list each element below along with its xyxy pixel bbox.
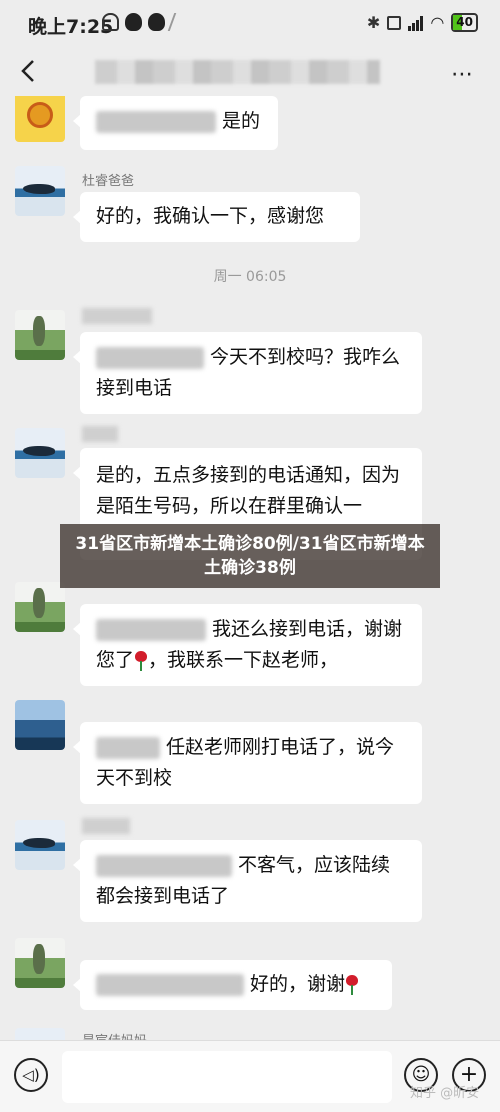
status-time: 晚上7:25 (28, 16, 114, 38)
sender-name (82, 818, 130, 834)
message-text: 是的 (222, 110, 261, 132)
voice-icon[interactable]: ◁) (14, 1058, 48, 1092)
message-bubble: 任赵老师刚打电话了，说今天不到校 (73, 722, 422, 804)
alarm-icon (102, 13, 119, 31)
message-bubble: 不客气，应该陆续都会接到电话了 (73, 840, 422, 922)
system-icons: ✱ ◠ 40 (367, 13, 478, 32)
avatar[interactable] (15, 166, 65, 216)
avatar[interactable] (15, 700, 65, 750)
qq-icon (125, 13, 142, 31)
sender-name: 杜睿爸爸 (82, 174, 135, 189)
message-bubble: 好的，谢谢 (73, 960, 392, 1010)
redacted-text (96, 736, 160, 759)
avatar[interactable] (15, 820, 65, 870)
battery-icon: 40 (451, 13, 478, 32)
message-bubble: 好的，我确认一下，感谢您 (73, 192, 360, 242)
wifi-icon: ◠ (430, 13, 445, 32)
message-text: 是的，五点多接到的电话通知，因为是陌生号码，所以在群里确认一 (96, 464, 401, 517)
avatar[interactable] (15, 938, 65, 988)
bluetooth-icon: ✱ (366, 13, 381, 32)
rose-icon (134, 650, 148, 671)
status-bar: 晚上7:25 ✱ ◠ 40 (0, 0, 500, 46)
avatar[interactable] (15, 310, 65, 360)
redacted-text (96, 110, 216, 133)
message-bubble: 今天不到校吗？我咋么接到电话 (73, 332, 422, 414)
sender-name (82, 308, 152, 324)
avatar[interactable] (15, 428, 65, 478)
message-bubble: 我还么接到电话，谢谢您了 ，我联系一下赵老师， (73, 604, 422, 686)
message-text: 好的，我确认一下，感谢您 (96, 205, 325, 227)
input-bar: ◁) ☺ + (0, 1040, 500, 1112)
news-banner: 31省区市新增本土确诊80例/31省区市新增本土确诊38例 (60, 524, 440, 588)
message-text: ，我联系一下赵老师， (148, 649, 339, 671)
chevron-left-icon[interactable] (14, 56, 44, 86)
watermark: 知乎 @昕安 (410, 1086, 480, 1101)
more-icon[interactable]: ⋯ (451, 62, 474, 87)
avatar[interactable] (15, 582, 65, 632)
message-bubble: 是的 (73, 96, 278, 150)
chat-title (95, 60, 380, 84)
battery-level: 40 (456, 15, 473, 29)
redacted-text (96, 973, 244, 996)
rose-icon (345, 974, 359, 995)
notification-icons (102, 13, 194, 31)
avatar[interactable] (15, 1028, 65, 1040)
redacted-text (96, 618, 206, 641)
vibrate-icon (387, 15, 402, 30)
sender-name (82, 426, 118, 442)
chat-header: ⋯ (0, 46, 500, 96)
edit-icon (167, 13, 194, 31)
redacted-text (96, 854, 232, 877)
qq-icon (148, 13, 165, 31)
message-input[interactable] (62, 1051, 392, 1103)
timestamp: 周一 06:05 (213, 269, 287, 285)
message-text: 好的，谢谢 (250, 973, 346, 995)
sender-name: 昊宸佳妈妈 (82, 1030, 147, 1040)
redacted-text (96, 346, 204, 369)
avatar[interactable] (15, 96, 65, 142)
signal-icon (408, 15, 424, 31)
